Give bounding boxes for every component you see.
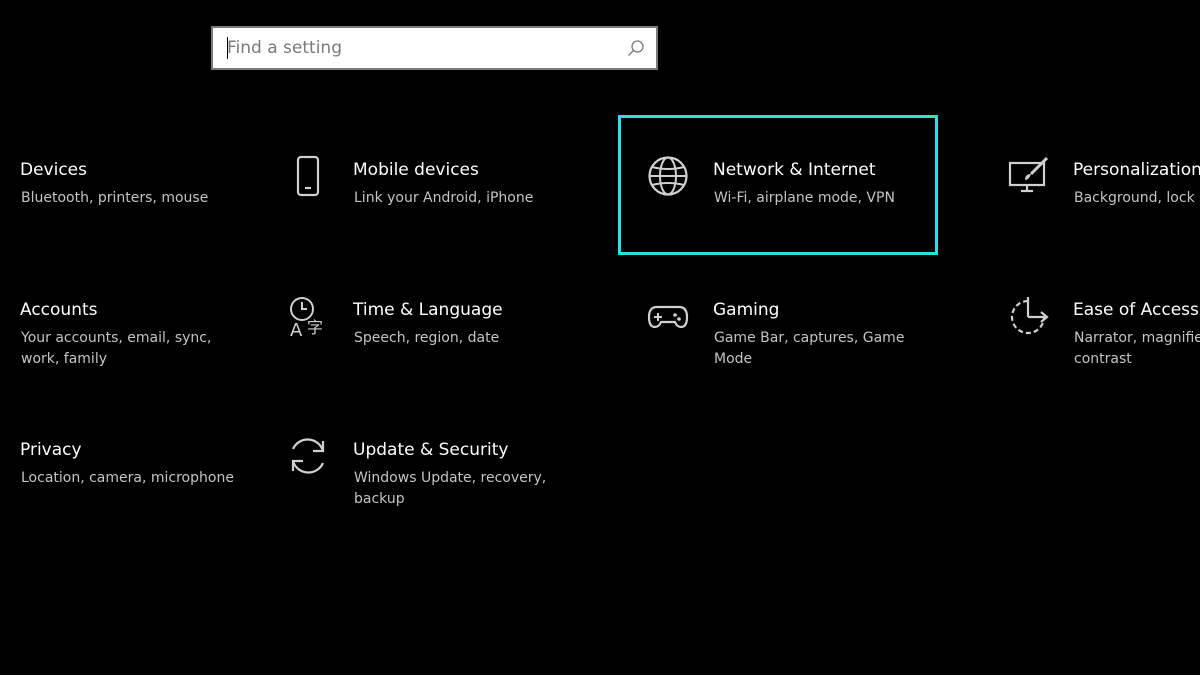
- gamepad-icon: [647, 305, 689, 329]
- tile-accounts[interactable]: Accounts Your accounts, email, sync, wor…: [0, 255, 245, 395]
- globe-icon: [648, 156, 688, 196]
- tile-devices[interactable]: Devices Bluetooth, printers, mouse: [0, 115, 245, 255]
- settings-home: Devices Bluetooth, printers, mouse Mobil…: [0, 0, 1200, 675]
- tile-privacy[interactable]: Privacy Location, camera, microphone: [0, 395, 245, 535]
- tile-title: Privacy: [20, 440, 82, 460]
- tile-description: Narrator, magnifier, high contrast: [1074, 330, 1200, 367]
- tile-title: Network & Internet: [713, 160, 876, 180]
- tile-description: Location, camera, microphone: [21, 470, 234, 486]
- text-caret: [227, 37, 228, 59]
- tile-ease-of-access[interactable]: Ease of Access Narrator, magnifier, high…: [978, 255, 1200, 395]
- tile-title: Ease of Access: [1073, 300, 1199, 320]
- svg-text:A: A: [290, 320, 303, 337]
- tile-title: Accounts: [20, 300, 98, 320]
- tile-description: Link your Android, iPhone: [354, 190, 534, 206]
- search-box[interactable]: [211, 26, 658, 70]
- time-language-icon: A 字: [290, 297, 323, 337]
- tile-title: Mobile devices: [353, 160, 479, 180]
- tile-description: Windows Update, recovery, backup: [354, 470, 547, 507]
- tile-gaming[interactable]: Gaming Game Bar, captures, Game Mode: [618, 255, 938, 395]
- tile-mobile-devices[interactable]: Mobile devices Link your Android, iPhone: [258, 115, 578, 255]
- search-icon[interactable]: [626, 38, 646, 58]
- ease-of-access-icon: [1010, 297, 1049, 335]
- paintbrush-icon: [1008, 156, 1049, 193]
- tile-description: Game Bar, captures, Game Mode: [714, 330, 905, 367]
- tile-title: Time & Language: [353, 300, 503, 320]
- tile-description: Background, lock screen, colors: [1074, 190, 1200, 206]
- search-input[interactable]: [213, 28, 627, 68]
- tile-network-internet[interactable]: Network & Internet Wi-Fi, airplane mode,…: [618, 115, 938, 255]
- tile-personalization[interactable]: Personalization Background, lock screen,…: [978, 115, 1200, 255]
- tile-description: Speech, region, date: [354, 330, 500, 346]
- tile-time-language[interactable]: A 字 Time & Language Speech, region, date: [258, 255, 578, 395]
- tile-description: Your accounts, email, sync, work, family: [21, 330, 212, 367]
- tile-title: Gaming: [713, 300, 780, 320]
- tile-title: Devices: [20, 160, 87, 180]
- tile-update-security[interactable]: Update & Security Windows Update, recove…: [258, 395, 578, 535]
- tile-title: Update & Security: [353, 440, 509, 460]
- tile-description: Wi-Fi, airplane mode, VPN: [714, 190, 895, 206]
- svg-text:字: 字: [307, 318, 323, 337]
- tile-title: Personalization: [1073, 160, 1200, 180]
- sync-icon: [291, 438, 325, 474]
- phone-icon: [296, 155, 320, 197]
- tile-description: Bluetooth, printers, mouse: [21, 190, 209, 206]
